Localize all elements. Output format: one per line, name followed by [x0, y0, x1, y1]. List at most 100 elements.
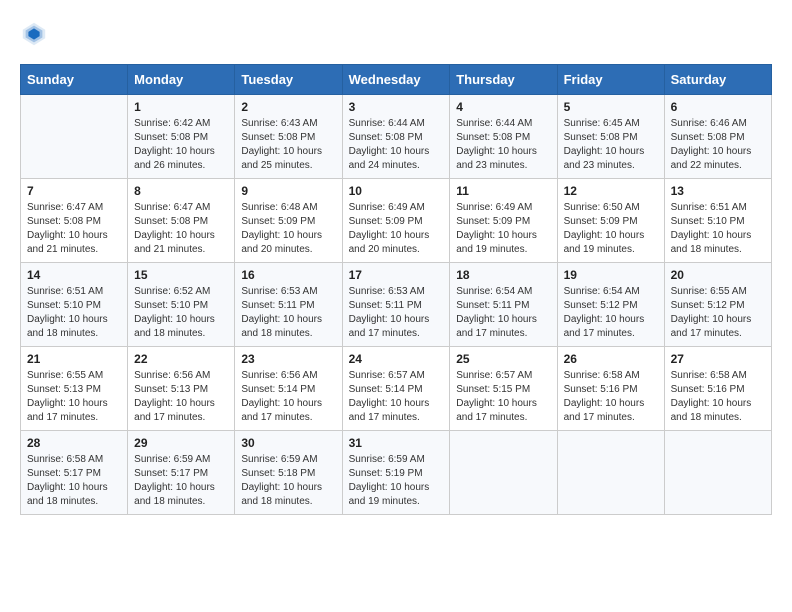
day-info: Sunrise: 6:53 AM Sunset: 5:11 PM Dayligh…: [241, 285, 335, 341]
day-header-monday: Monday: [128, 65, 235, 95]
day-number: 27: [671, 352, 765, 366]
calendar-cell: 20Sunrise: 6:55 AM Sunset: 5:12 PM Dayli…: [664, 263, 771, 347]
calendar-cell: 29 Sunrise: 6:59 AM Sunset: 5:17 PM Dayli…: [128, 431, 235, 515]
calendar-week-row: 28 Sunrise: 6:58 AM Sunset: 5:17 PM Dayli…: [21, 431, 772, 515]
calendar-cell: 8 Sunrise: 6:47 AM Sunset: 5:08 PM Daylig…: [128, 179, 235, 263]
day-info: Sunrise: 6:57 AM Sunset: 5:15 PM Dayligh…: [456, 369, 550, 425]
day-info: Sunrise: 6:43 AM Sunset: 5:08 PM Dayligh…: [241, 117, 335, 173]
calendar-cell: 23 Sunrise: 6:56 AM Sunset: 5:14 PM Dayli…: [235, 347, 342, 431]
calendar-cell: 5 Sunrise: 6:45 AM Sunset: 5:08 PM Daylig…: [557, 95, 664, 179]
day-info: Sunrise: 6:49 AM Sunset: 5:09 PM Dayligh…: [349, 201, 444, 257]
day-number: 2: [241, 100, 335, 114]
calendar-cell: 4 Sunrise: 6:44 AM Sunset: 5:08 PM Daylig…: [450, 95, 557, 179]
day-number: 3: [349, 100, 444, 114]
day-info: Sunrise: 6:47 AM Sunset: 5:08 PM Dayligh…: [134, 201, 228, 257]
day-info: Sunrise: 6:44 AM Sunset: 5:08 PM Dayligh…: [456, 117, 550, 173]
calendar-week-row: 7 Sunrise: 6:47 AM Sunset: 5:08 PM Daylig…: [21, 179, 772, 263]
calendar-cell: 14Sunrise: 6:51 AM Sunset: 5:10 PM Dayli…: [21, 263, 128, 347]
day-number: 28: [27, 436, 121, 450]
calendar-cell: 16Sunrise: 6:53 AM Sunset: 5:11 PM Dayli…: [235, 263, 342, 347]
day-number: 8: [134, 184, 228, 198]
day-number: 5: [564, 100, 658, 114]
day-number: 14: [27, 268, 121, 282]
calendar-cell: 3 Sunrise: 6:44 AM Sunset: 5:08 PM Daylig…: [342, 95, 450, 179]
calendar-cell: [21, 95, 128, 179]
calendar-cell: 7 Sunrise: 6:47 AM Sunset: 5:08 PM Daylig…: [21, 179, 128, 263]
calendar-cell: 26 Sunrise: 6:58 AM Sunset: 5:16 PM Dayli…: [557, 347, 664, 431]
calendar-table: SundayMondayTuesdayWednesdayThursdayFrid…: [20, 64, 772, 515]
day-info: Sunrise: 6:42 AM Sunset: 5:08 PM Dayligh…: [134, 117, 228, 173]
calendar-cell: 15 Sunrise: 6:52 AM Sunset: 5:10 PM Dayli…: [128, 263, 235, 347]
day-number: 19: [564, 268, 658, 282]
day-info: Sunrise: 6:57 AM Sunset: 5:14 PM Dayligh…: [349, 369, 444, 425]
day-header-thursday: Thursday: [450, 65, 557, 95]
day-info: Sunrise: 6:44 AM Sunset: 5:08 PM Dayligh…: [349, 117, 444, 173]
day-info: Sunrise: 6:48 AM Sunset: 5:09 PM Dayligh…: [241, 201, 335, 257]
calendar-cell: [450, 431, 557, 515]
calendar-cell: 11 Sunrise: 6:49 AM Sunset: 5:09 PM Dayli…: [450, 179, 557, 263]
day-number: 1: [134, 100, 228, 114]
day-number: 24: [349, 352, 444, 366]
logo: [20, 20, 52, 48]
day-info: Sunrise: 6:54 AM Sunset: 5:11 PM Dayligh…: [456, 285, 550, 341]
day-number: 4: [456, 100, 550, 114]
day-header-tuesday: Tuesday: [235, 65, 342, 95]
day-number: 7: [27, 184, 121, 198]
calendar-week-row: 1 Sunrise: 6:42 AM Sunset: 5:08 PM Daylig…: [21, 95, 772, 179]
day-header-saturday: Saturday: [664, 65, 771, 95]
day-number: 23: [241, 352, 335, 366]
day-number: 22: [134, 352, 228, 366]
day-number: 17: [349, 268, 444, 282]
day-info: Sunrise: 6:56 AM Sunset: 5:14 PM Dayligh…: [241, 369, 335, 425]
day-header-friday: Friday: [557, 65, 664, 95]
day-info: Sunrise: 6:50 AM Sunset: 5:09 PM Dayligh…: [564, 201, 658, 257]
page-header: [20, 20, 772, 48]
day-number: 20: [671, 268, 765, 282]
logo-icon: [20, 20, 48, 48]
day-info: Sunrise: 6:59 AM Sunset: 5:19 PM Dayligh…: [349, 453, 444, 509]
day-info: Sunrise: 6:46 AM Sunset: 5:08 PM Dayligh…: [671, 117, 765, 173]
calendar-cell: 13Sunrise: 6:51 AM Sunset: 5:10 PM Dayli…: [664, 179, 771, 263]
day-info: Sunrise: 6:47 AM Sunset: 5:08 PM Dayligh…: [27, 201, 121, 257]
calendar-cell: 6 Sunrise: 6:46 AM Sunset: 5:08 PM Daylig…: [664, 95, 771, 179]
day-number: 30: [241, 436, 335, 450]
day-info: Sunrise: 6:58 AM Sunset: 5:17 PM Dayligh…: [27, 453, 121, 509]
calendar-cell: 25 Sunrise: 6:57 AM Sunset: 5:15 PM Dayli…: [450, 347, 557, 431]
calendar-cell: 19 Sunrise: 6:54 AM Sunset: 5:12 PM Dayli…: [557, 263, 664, 347]
calendar-cell: [664, 431, 771, 515]
day-number: 15: [134, 268, 228, 282]
calendar-cell: 10 Sunrise: 6:49 AM Sunset: 5:09 PM Dayli…: [342, 179, 450, 263]
calendar-body: 1 Sunrise: 6:42 AM Sunset: 5:08 PM Daylig…: [21, 95, 772, 515]
calendar-header-row: SundayMondayTuesdayWednesdayThursdayFrid…: [21, 65, 772, 95]
day-info: Sunrise: 6:55 AM Sunset: 5:13 PM Dayligh…: [27, 369, 121, 425]
day-info: Sunrise: 6:59 AM Sunset: 5:17 PM Dayligh…: [134, 453, 228, 509]
day-info: Sunrise: 6:54 AM Sunset: 5:12 PM Dayligh…: [564, 285, 658, 341]
day-info: Sunrise: 6:59 AM Sunset: 5:18 PM Dayligh…: [241, 453, 335, 509]
day-number: 21: [27, 352, 121, 366]
calendar-cell: [557, 431, 664, 515]
day-info: Sunrise: 6:52 AM Sunset: 5:10 PM Dayligh…: [134, 285, 228, 341]
day-number: 9: [241, 184, 335, 198]
calendar-cell: 1 Sunrise: 6:42 AM Sunset: 5:08 PM Daylig…: [128, 95, 235, 179]
calendar-cell: 21 Sunrise: 6:55 AM Sunset: 5:13 PM Dayli…: [21, 347, 128, 431]
calendar-cell: 18 Sunrise: 6:54 AM Sunset: 5:11 PM Dayli…: [450, 263, 557, 347]
day-info: Sunrise: 6:45 AM Sunset: 5:08 PM Dayligh…: [564, 117, 658, 173]
calendar-cell: 27Sunrise: 6:58 AM Sunset: 5:16 PM Dayli…: [664, 347, 771, 431]
day-number: 29: [134, 436, 228, 450]
day-number: 12: [564, 184, 658, 198]
day-info: Sunrise: 6:49 AM Sunset: 5:09 PM Dayligh…: [456, 201, 550, 257]
day-number: 31: [349, 436, 444, 450]
calendar-cell: 12 Sunrise: 6:50 AM Sunset: 5:09 PM Dayli…: [557, 179, 664, 263]
day-number: 26: [564, 352, 658, 366]
day-number: 18: [456, 268, 550, 282]
day-number: 25: [456, 352, 550, 366]
calendar-week-row: 14Sunrise: 6:51 AM Sunset: 5:10 PM Dayli…: [21, 263, 772, 347]
day-number: 13: [671, 184, 765, 198]
day-info: Sunrise: 6:58 AM Sunset: 5:16 PM Dayligh…: [564, 369, 658, 425]
calendar-cell: 30 Sunrise: 6:59 AM Sunset: 5:18 PM Dayli…: [235, 431, 342, 515]
day-number: 11: [456, 184, 550, 198]
calendar-cell: 9 Sunrise: 6:48 AM Sunset: 5:09 PM Daylig…: [235, 179, 342, 263]
day-number: 10: [349, 184, 444, 198]
calendar-cell: 24 Sunrise: 6:57 AM Sunset: 5:14 PM Dayli…: [342, 347, 450, 431]
day-number: 6: [671, 100, 765, 114]
